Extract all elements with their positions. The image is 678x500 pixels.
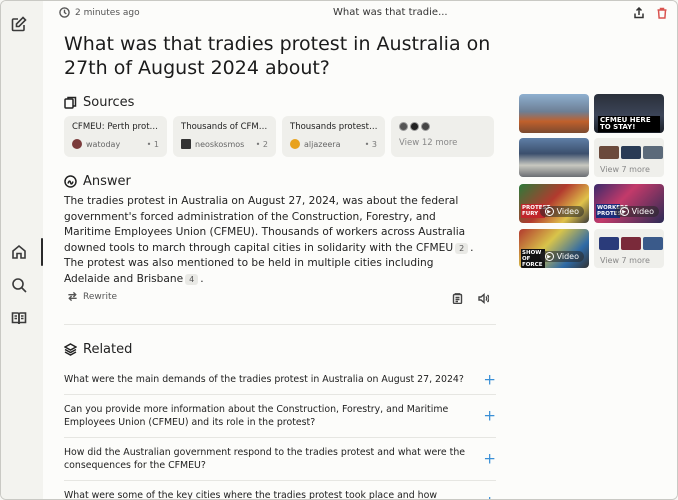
timestamp: 2 minutes ago	[59, 7, 140, 18]
source-number: • 3	[364, 139, 377, 149]
view-more-images[interactable]: View 7 more	[594, 138, 664, 177]
source-domain: neoskosmos	[195, 139, 245, 149]
answer-part: The tradies protest in Australia on Augu…	[64, 195, 466, 254]
view-more-label: View 12 more	[399, 138, 458, 148]
video-thumbnail[interactable]: PROTEST FURY ▶ Video	[519, 184, 589, 223]
main-content: 2 minutes ago What was that tradie... Wh…	[43, 1, 677, 500]
video-badge: ▶ Video	[539, 251, 584, 262]
image-thumbnail[interactable]: CFMEU HERE TO STAY!	[594, 94, 664, 133]
delete-button[interactable]	[655, 6, 669, 20]
source-card[interactable]: CFMEU: Perth protes... watoday • 1	[64, 116, 167, 157]
view-more-sources[interactable]: View 12 more	[391, 116, 494, 157]
related-question-text: Can you provide more information about t…	[64, 404, 449, 428]
citation-badge[interactable]: 4	[185, 273, 199, 285]
related-question[interactable]: What were the main demands of the tradie…	[64, 365, 496, 395]
source-title: Thousands of CFMEU...	[181, 122, 269, 132]
citation-badge[interactable]: 2	[455, 242, 469, 254]
related-question[interactable]: What were some of the key cities where t…	[64, 481, 496, 500]
related-heading-label: Related	[83, 342, 133, 357]
source-domain: watoday	[86, 139, 121, 149]
home-icon[interactable]	[10, 243, 28, 261]
view-more-label: View 7 more	[600, 256, 650, 265]
image-thumbnail[interactable]	[519, 94, 589, 133]
share-button[interactable]	[632, 6, 646, 20]
related-question-text: How did the Australian government respon…	[64, 447, 466, 471]
clipboard-icon	[452, 292, 462, 304]
video-thumbnail[interactable]: SHOW OF FORCE ▶ Video	[519, 229, 589, 268]
source-favicon	[290, 139, 300, 149]
divider	[64, 324, 496, 325]
topbar: 2 minutes ago What was that tradie...	[43, 1, 677, 27]
plus-icon: +	[483, 449, 496, 468]
plus-icon: +	[483, 494, 496, 499]
view-more-label: View 7 more	[600, 165, 650, 174]
image-thumbnail[interactable]	[519, 138, 589, 177]
plus-icon: +	[483, 370, 496, 388]
question-title: What was that tradies protest in Austral…	[64, 33, 491, 79]
source-favicon	[72, 139, 82, 149]
speaker-icon	[477, 292, 489, 304]
new-thread-icon[interactable]	[10, 15, 28, 33]
share-icon	[634, 7, 644, 19]
sources-heading-label: Sources	[83, 95, 135, 110]
source-card[interactable]: Thousands protest a... aljazeera • 3	[282, 116, 385, 157]
rewrite-label: Rewrite	[83, 291, 118, 302]
rewrite-icon	[68, 291, 77, 302]
thread-title: What was that tradie...	[333, 7, 448, 18]
source-favicons	[399, 122, 486, 131]
related-heading: Related	[64, 342, 132, 357]
rewrite-button[interactable]: Rewrite	[67, 291, 117, 302]
sources-heading: Sources	[64, 95, 134, 110]
related-question[interactable]: How did the Australian government respon…	[64, 438, 496, 481]
source-title: Thousands protest a...	[290, 122, 378, 132]
clock-icon	[59, 7, 70, 18]
library-icon[interactable]	[10, 309, 28, 327]
plus-icon: +	[483, 406, 496, 425]
answer-part: .	[200, 272, 204, 285]
source-number: • 1	[146, 139, 159, 149]
sources-list: CFMEU: Perth protes... watoday • 1 Thous…	[64, 116, 494, 157]
answer-heading-label: Answer	[83, 174, 131, 189]
play-icon: ▶	[619, 207, 629, 216]
layers-icon	[64, 343, 77, 356]
play-icon: ▶	[544, 207, 554, 216]
source-number: • 2	[255, 139, 268, 149]
source-title: CFMEU: Perth protes...	[72, 122, 160, 132]
play-icon: ▶	[544, 252, 554, 261]
thumbnail-caption: CFMEU HERE TO STAY!	[598, 116, 660, 132]
trash-icon	[657, 7, 667, 19]
read-aloud-button[interactable]	[477, 292, 489, 304]
video-badge: ▶ Video	[539, 206, 584, 217]
sources-icon	[64, 96, 77, 109]
search-icon[interactable]	[10, 276, 28, 294]
app-window: 2 minutes ago What was that tradie... Wh…	[0, 0, 678, 500]
video-badge: ▶ Video	[614, 206, 659, 217]
related-list: What were the main demands of the tradie…	[64, 365, 496, 500]
video-thumbnail[interactable]: WORKERS PROTEST ▶ Video	[594, 184, 664, 223]
related-question-text: What were the main demands of the tradie…	[64, 374, 464, 385]
answer-icon	[64, 175, 77, 188]
time-label: 2 minutes ago	[75, 7, 140, 18]
source-domain: aljazeera	[304, 139, 341, 149]
related-question-text: What were some of the key cities where t…	[64, 490, 438, 500]
related-question[interactable]: Can you provide more information about t…	[64, 395, 496, 438]
answer-heading: Answer	[64, 174, 131, 189]
source-card[interactable]: Thousands of CFMEU... neoskosmos • 2	[173, 116, 276, 157]
sidebar	[1, 1, 43, 499]
source-favicon	[181, 139, 191, 149]
view-more-videos[interactable]: View 7 more	[594, 229, 664, 268]
copy-button[interactable]	[451, 292, 463, 304]
answer-text: The tradies protest in Australia on Augu…	[64, 194, 479, 288]
